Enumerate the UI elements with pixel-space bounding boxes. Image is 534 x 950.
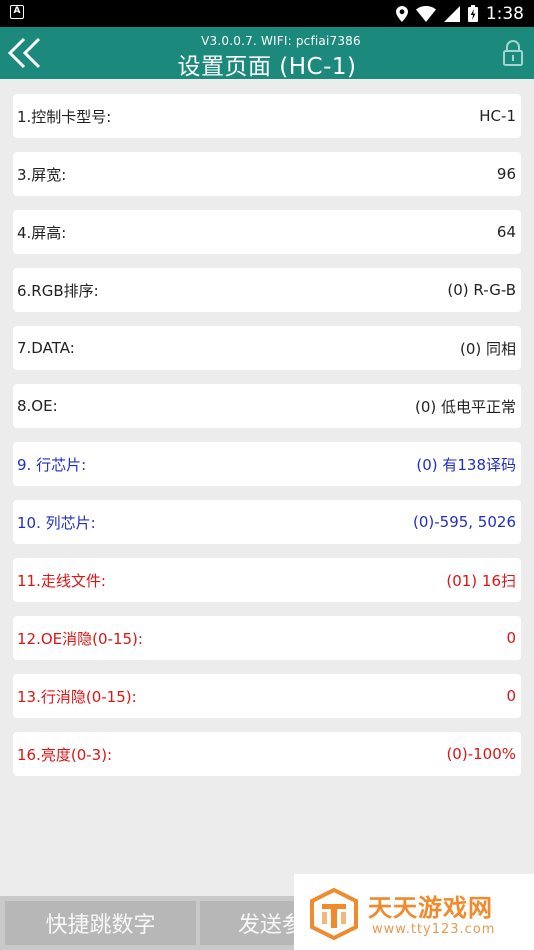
setting-value: HC-1 (479, 107, 516, 125)
clock-time: 1:38 (485, 3, 524, 24)
setting-label: 6.RGB排序: (17, 281, 99, 300)
page-title: 设置页面 (HC-1) (177, 54, 357, 80)
setting-row-column-chip[interactable]: 10. 列芯片: (0)-595, 5026 (13, 500, 521, 544)
setting-row-routing-file[interactable]: 11.走线文件: (01) 16扫 (13, 558, 521, 602)
watermark-logo-icon (310, 888, 358, 940)
setting-value: 0 (506, 629, 516, 647)
setting-label: 12.OE消隐(0-15): (17, 629, 143, 648)
watermark-url: www.tty123.com (372, 922, 496, 937)
setting-label: 13.行消隐(0-15): (17, 687, 137, 706)
setting-label: 10. 列芯片: (17, 513, 96, 532)
setting-row-screen-width[interactable]: 3.屏宽: 96 (13, 152, 521, 196)
setting-label: 4.屏高: (17, 223, 67, 242)
setting-value: (0)-100% (446, 745, 516, 763)
status-bar: A 1:38 (0, 0, 534, 27)
watermark-text: 天天游戏网 (368, 894, 493, 922)
setting-label: 1.控制卡型号: (17, 107, 112, 126)
lock-icon (503, 40, 523, 66)
setting-row-rgb-order[interactable]: 6.RGB排序: (0) R-G-B (13, 268, 521, 312)
setting-label: 11.走线文件: (17, 571, 106, 590)
setting-row-oe[interactable]: 8.OE: (0) 低电平正常 (13, 384, 521, 428)
setting-value: 64 (496, 223, 516, 241)
battery-icon (467, 5, 478, 22)
setting-row-brightness[interactable]: 16.亮度(0-3): (0)-100% (13, 732, 521, 776)
setting-label: 7.DATA: (17, 339, 75, 357)
setting-value: (01) 16扫 (446, 571, 516, 590)
setting-value: (0) 低电平正常 (414, 397, 516, 416)
setting-label: 8.OE: (17, 397, 58, 415)
setting-label: 9. 行芯片: (17, 455, 87, 474)
setting-value: (0) R-G-B (447, 281, 516, 299)
quick-jump-label: 快捷跳数字 (45, 913, 156, 938)
setting-row-row-chip[interactable]: 9. 行芯片: (0) 有138译码 (13, 442, 521, 486)
setting-row-data[interactable]: 7.DATA: (0) 同相 (13, 326, 521, 370)
signal-icon (443, 5, 460, 22)
location-icon (395, 5, 408, 22)
lock-button[interactable] (502, 40, 524, 66)
setting-row-line-blanking[interactable]: 13.行消隐(0-15): 0 (13, 674, 521, 718)
setting-value: (0)-595, 5026 (412, 513, 516, 531)
setting-row-oe-blanking[interactable]: 12.OE消隐(0-15): 0 (13, 616, 521, 660)
setting-value: (0) 同相 (459, 339, 516, 358)
site-watermark: 天天游戏网 www.tty123.com (294, 874, 534, 950)
setting-row-screen-height[interactable]: 4.屏高: 64 (13, 210, 521, 254)
app-header: V3.0.0.7. WIFI: pcfiai7386 设置页面 (HC-1) (0, 27, 534, 80)
setting-label: 16.亮度(0-3): (17, 745, 113, 764)
quick-jump-button[interactable]: 快捷跳数字 (5, 901, 196, 945)
wifi-icon (415, 5, 436, 22)
setting-value: (0) 有138译码 (416, 455, 516, 474)
status-icons: 1:38 (395, 0, 524, 27)
app-notification-icon: A (10, 5, 24, 19)
setting-value: 96 (496, 165, 516, 183)
setting-row-card-model[interactable]: 1.控制卡型号: HC-1 (13, 94, 521, 138)
version-wifi-text: V3.0.0.7. WIFI: pcfiai7386 (201, 34, 361, 48)
setting-label: 3.屏宽: (17, 165, 67, 184)
setting-value: 0 (506, 687, 516, 705)
settings-list: 1.控制卡型号: HC-1 3.屏宽: 96 4.屏高: 64 6.RGB排序:… (13, 94, 521, 790)
